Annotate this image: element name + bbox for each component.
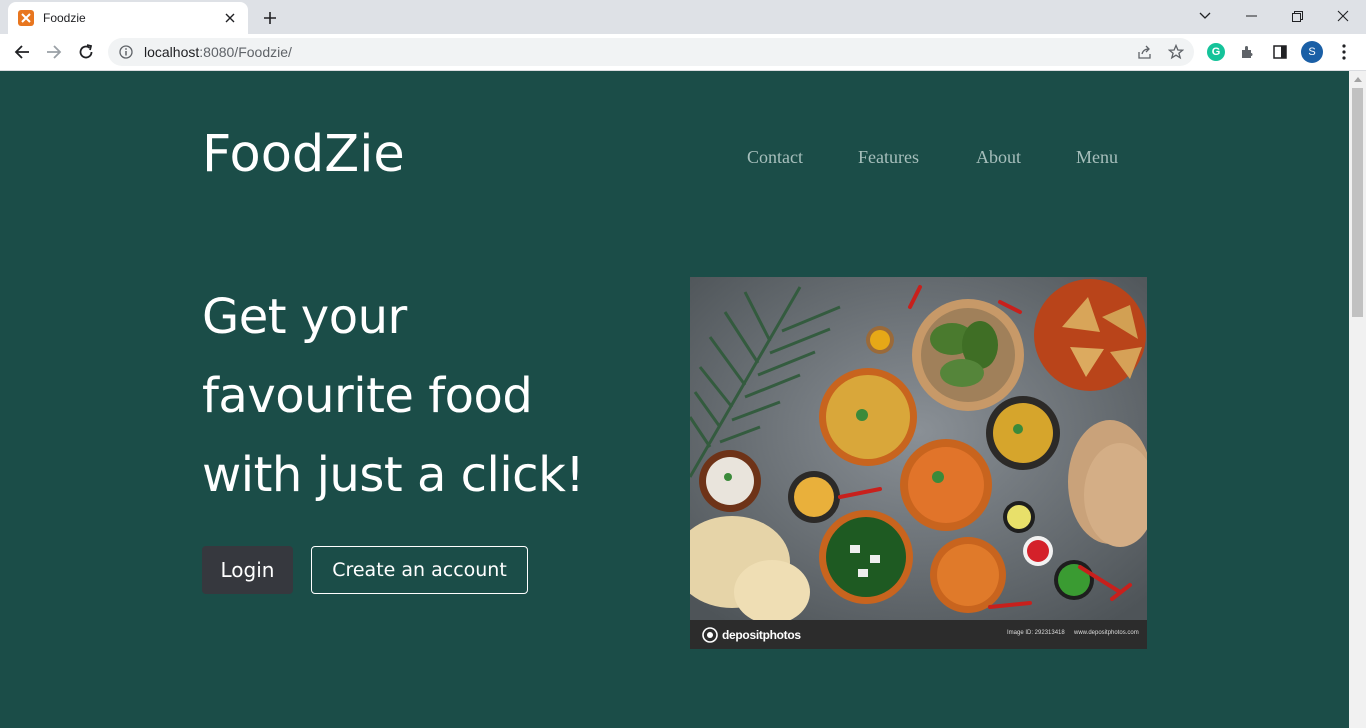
depositphotos-logo: depositphotos — [702, 627, 801, 643]
bookmark-star-icon[interactable] — [1168, 44, 1184, 60]
hero-food-image: depositphotos Image ID: 292313418 www.de… — [690, 277, 1147, 649]
hero-title-line: with just a click! — [202, 447, 585, 503]
nav-link-features[interactable]: Features — [858, 147, 919, 168]
forward-arrow-icon[interactable] — [40, 38, 68, 66]
browser-tabstrip: Foodzie — [0, 0, 1366, 34]
tab-close-icon[interactable] — [222, 10, 238, 26]
browser-toolbar: localhost:8080/Foodzie/ G S — [0, 34, 1366, 71]
reload-icon[interactable] — [72, 38, 100, 66]
side-panel-icon[interactable] — [1270, 42, 1290, 62]
hero-title: Get your favourite food with just a clic… — [202, 278, 662, 515]
minimize-icon[interactable] — [1228, 0, 1274, 32]
url-path: :8080/Foodzie/ — [199, 44, 292, 60]
hero-title-line: Get your — [202, 289, 407, 345]
info-icon[interactable] — [118, 44, 134, 60]
address-bar[interactable]: localhost:8080/Foodzie/ — [108, 38, 1194, 66]
extensions-icon[interactable] — [1238, 42, 1258, 62]
restore-icon[interactable] — [1274, 0, 1320, 32]
page-scrollbar[interactable] — [1349, 71, 1366, 728]
site-brand[interactable]: FoodZie — [202, 125, 405, 184]
new-tab-button[interactable] — [258, 6, 282, 30]
watermark-site: www.depositphotos.com — [1074, 630, 1139, 636]
depositphotos-logo-icon — [702, 627, 718, 643]
browser-tab[interactable]: Foodzie — [8, 2, 248, 34]
kebab-menu-icon[interactable] — [1334, 42, 1354, 62]
tab-search-icon[interactable] — [1182, 0, 1228, 32]
scroll-up-arrow-icon[interactable] — [1349, 71, 1366, 88]
url-host: localhost — [144, 44, 200, 60]
share-icon[interactable] — [1136, 44, 1152, 60]
tab-title: Foodzie — [43, 11, 86, 25]
hero-title-line: favourite food — [202, 368, 533, 424]
nav-link-contact[interactable]: Contact — [747, 147, 803, 168]
watermark-image-id: Image ID: 292313418 — [1007, 630, 1065, 636]
login-button[interactable]: Login — [202, 546, 293, 594]
create-account-button[interactable]: Create an account — [311, 546, 528, 594]
xampp-favicon-icon — [18, 10, 34, 26]
watermark-brand: depositphotos — [722, 628, 801, 642]
grammarly-icon[interactable]: G — [1207, 43, 1225, 61]
nav-link-menu[interactable]: Menu — [1076, 147, 1118, 168]
profile-avatar[interactable]: S — [1301, 41, 1323, 63]
image-watermark-bar: depositphotos Image ID: 292313418 www.de… — [690, 620, 1147, 649]
scroll-thumb[interactable] — [1352, 88, 1363, 317]
food-illustration — [690, 277, 1147, 624]
close-window-icon[interactable] — [1320, 0, 1366, 32]
nav-link-about[interactable]: About — [976, 147, 1021, 168]
back-arrow-icon[interactable] — [8, 38, 36, 66]
